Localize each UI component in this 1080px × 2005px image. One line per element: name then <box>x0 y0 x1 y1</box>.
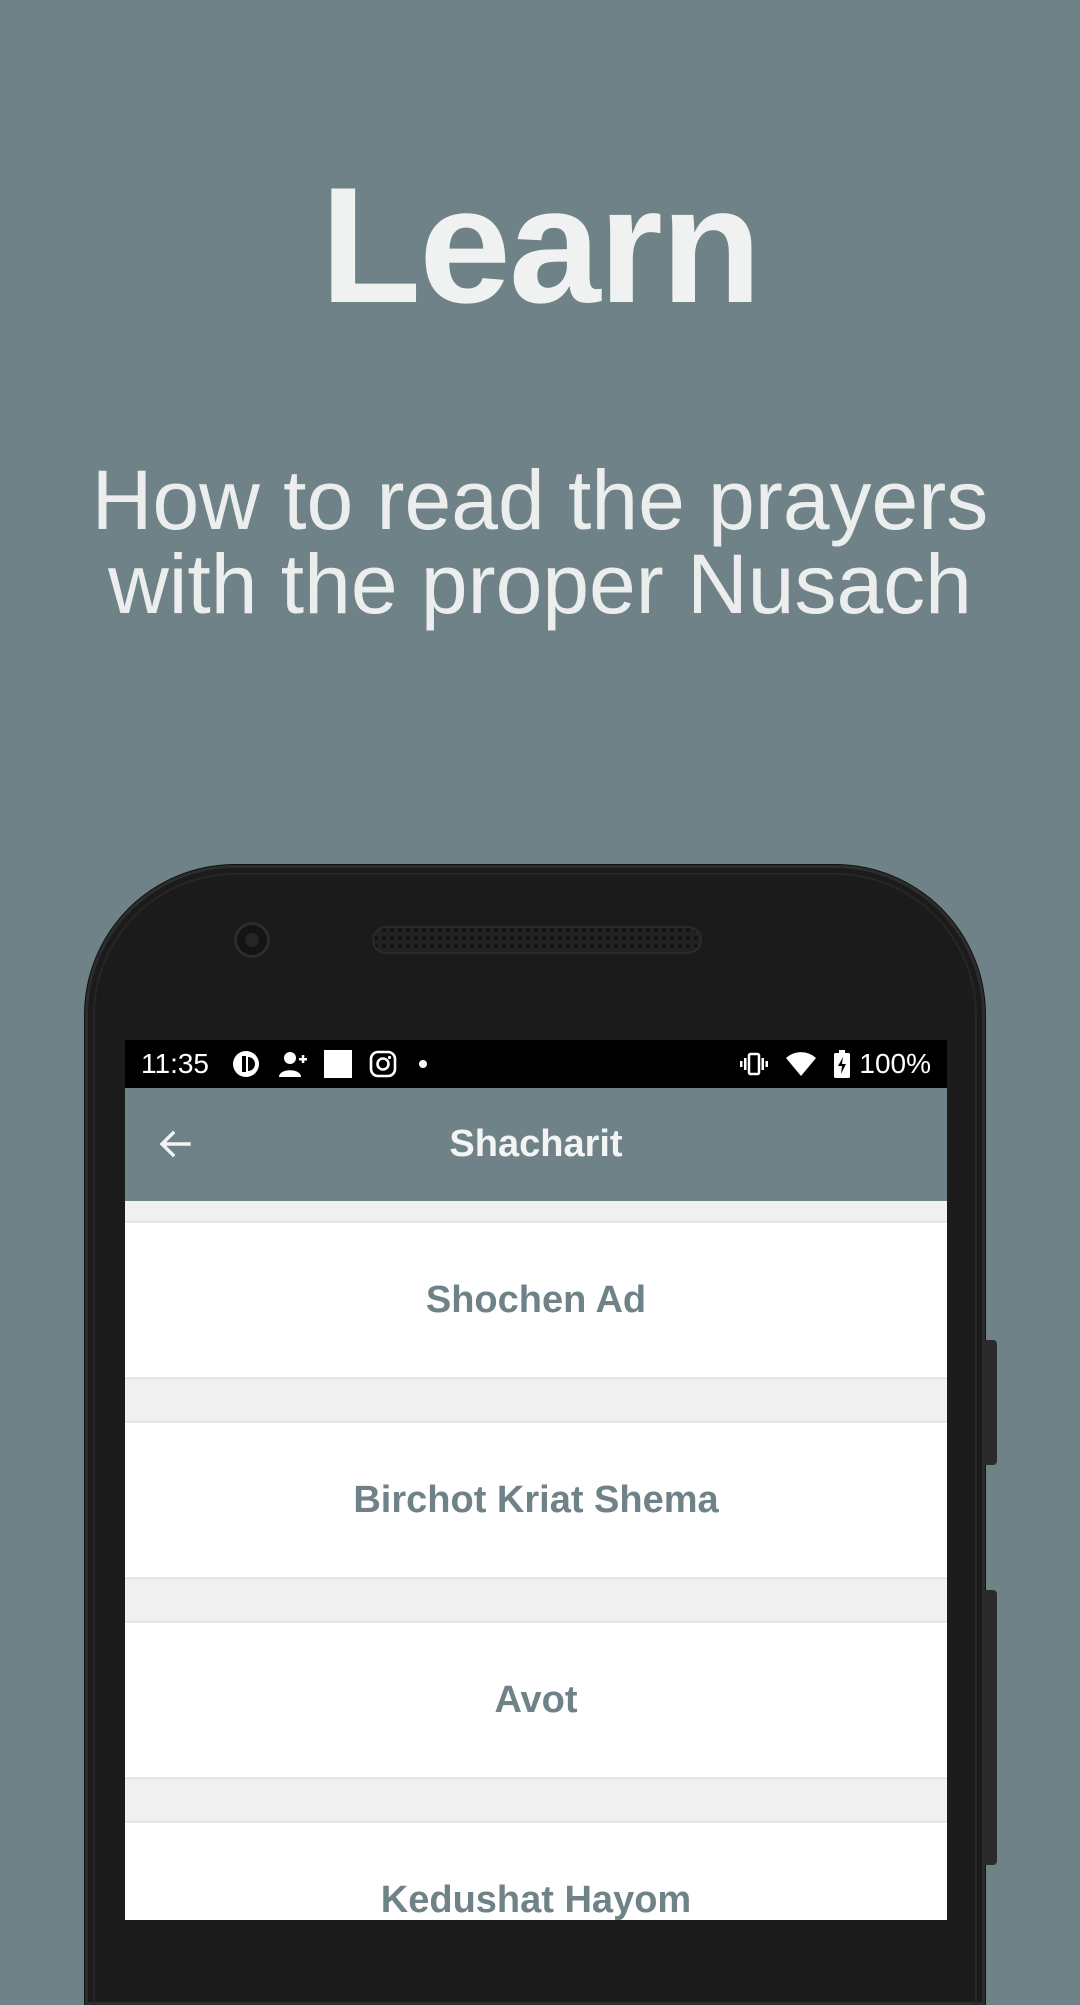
white-square-icon <box>323 1049 353 1079</box>
battery-percent: 100% <box>859 1048 931 1079</box>
list-item-avot[interactable]: Avot <box>125 1621 947 1779</box>
app-bar: Shacharit <box>125 1088 947 1201</box>
promo-subtitle-line-2: with the proper Nusach <box>108 537 972 631</box>
shield-icon <box>231 1049 261 1079</box>
phone-volume-button <box>985 1590 997 1865</box>
promo-subtitle-line-1: How to read the prayers <box>91 453 989 547</box>
list-item-label: Kedushat Hayom <box>380 1878 692 1921</box>
phone-camera <box>234 922 270 958</box>
promo-subtitle: How to read the prayers with the proper … <box>0 458 1080 626</box>
instagram-icon <box>369 1050 397 1078</box>
list-item-birchot-kriat-shema[interactable]: Birchot Kriat Shema <box>125 1421 947 1579</box>
add-person-icon <box>277 1049 307 1079</box>
dot-icon <box>413 1054 433 1074</box>
app-title: Shacharit <box>449 1123 623 1165</box>
status-bar: 11:35 100% <box>125 1040 947 1088</box>
list-item-label: Shochen Ad <box>425 1278 647 1321</box>
list-item-label: Birchot Kriat Shema <box>353 1478 719 1521</box>
list-item-shochen-ad[interactable]: Shochen Ad <box>125 1221 947 1379</box>
promo-headline: Learn <box>320 153 761 337</box>
battery-charging-icon <box>833 1049 851 1079</box>
prayer-list: Shochen Ad Birchot Kriat Shema Avot Kedu… <box>125 1201 947 1920</box>
status-time: 11:35 <box>141 1048 209 1079</box>
back-button[interactable] <box>155 1124 195 1164</box>
list-item-kedushat-hayom[interactable]: Kedushat Hayom <box>125 1821 947 1920</box>
phone-screen: 11:35 100% Shacharit Shochen Ad Birchot … <box>125 1040 947 1920</box>
arrow-left-icon <box>159 1130 191 1158</box>
vibrate-icon <box>739 1049 769 1079</box>
list-item-label: Avot <box>494 1678 578 1721</box>
phone-speaker <box>372 926 702 954</box>
wifi-icon <box>785 1050 817 1078</box>
phone-power-button <box>985 1340 997 1465</box>
